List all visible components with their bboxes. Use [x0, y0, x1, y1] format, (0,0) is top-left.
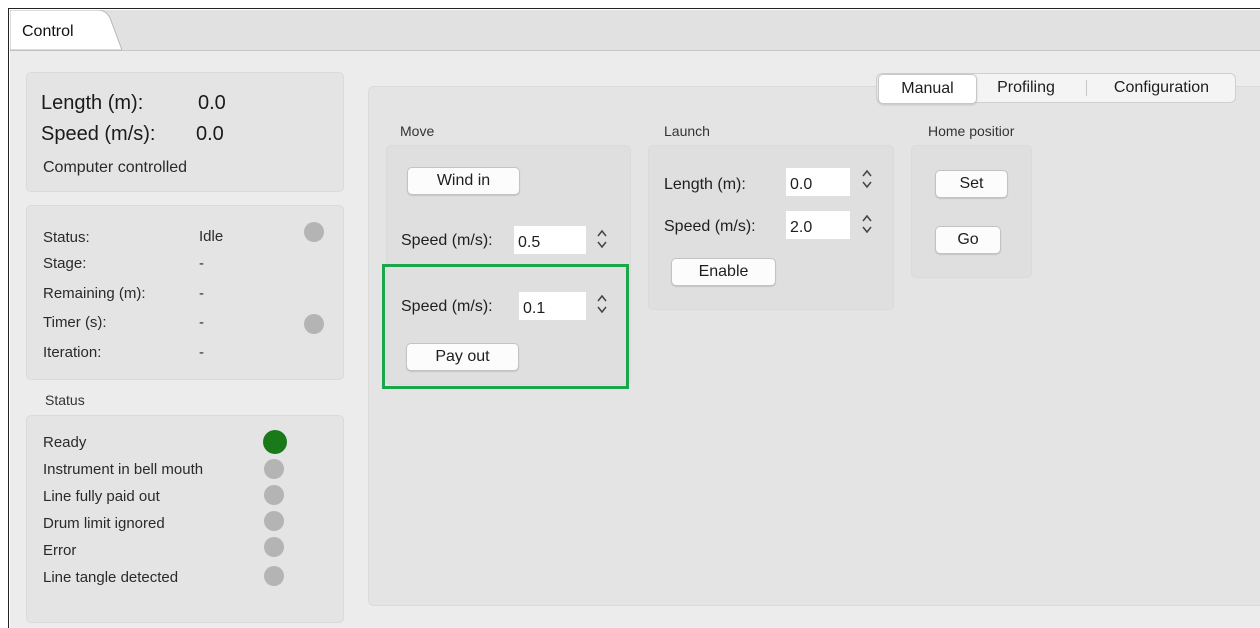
timer-indicator: [304, 314, 324, 334]
tangle-indicator: [264, 566, 284, 586]
stage-value: -: [199, 255, 204, 272]
status-item-label: Error: [43, 542, 77, 559]
mode-tabs: Manual Profiling Configuration: [876, 73, 1236, 104]
highlight-box: [382, 264, 629, 389]
remaining-label: Remaining (m):: [43, 285, 146, 302]
ready-indicator: [263, 430, 287, 454]
home-title: Home positior: [928, 123, 1015, 139]
iteration-value: -: [199, 344, 204, 361]
status-item-label: Ready: [43, 434, 87, 451]
drum-limit-indicator: [264, 511, 284, 531]
status-item-label: Line fully paid out: [43, 488, 160, 505]
run-status-label: Status:: [43, 229, 90, 246]
launch-title: Launch: [664, 123, 710, 139]
enable-button[interactable]: Enable: [671, 258, 776, 286]
speed-value: 0.0: [196, 123, 224, 145]
status-item-label: Instrument in bell mouth: [43, 461, 204, 478]
tab-control-label: Control: [22, 23, 74, 40]
go-home-button[interactable]: Go: [935, 226, 1001, 254]
wind-speed-label: Speed (m/s):: [401, 232, 493, 249]
stepper-arrows-icon: [862, 214, 872, 234]
length-value: 0.0: [198, 92, 226, 114]
stepper-arrows-icon: [862, 169, 872, 189]
tab-manual[interactable]: Manual: [878, 74, 977, 104]
home-group: [911, 145, 1032, 278]
paid-out-indicator: [264, 485, 284, 505]
wind-speed-stepper[interactable]: [594, 225, 610, 253]
stepper-arrows-icon: [597, 229, 607, 249]
stage-label: Stage:: [43, 255, 87, 272]
error-indicator: [264, 537, 284, 557]
tab-control[interactable]: Control: [10, 10, 122, 51]
status-item-label: Drum limit ignored: [43, 515, 165, 532]
iteration-label: Iteration:: [43, 344, 102, 361]
status-indicator: [304, 222, 324, 242]
move-title: Move: [400, 123, 435, 139]
launch-length-stepper[interactable]: [859, 165, 875, 193]
tab-divider: [1086, 80, 1087, 96]
tab-bar: [10, 10, 1260, 51]
launch-length-field[interactable]: [786, 168, 850, 196]
timer-value: -: [199, 314, 204, 331]
bell-mouth-indicator: [264, 459, 284, 479]
tab-configuration[interactable]: Configuration: [1089, 74, 1234, 102]
status-section-title: Status: [45, 392, 85, 408]
timer-label: Timer (s):: [43, 314, 107, 331]
length-label: Length (m):: [41, 92, 144, 114]
wind-speed-field[interactable]: [514, 226, 586, 254]
tab-profiling[interactable]: Profiling: [977, 74, 1075, 102]
set-home-button[interactable]: Set: [935, 170, 1008, 198]
wind-in-button[interactable]: Wind in: [407, 167, 520, 195]
control-mode: Computer controlled: [43, 159, 188, 176]
launch-length-label: Length (m):: [664, 176, 746, 193]
run-status-value: Idle: [199, 228, 224, 245]
launch-speed-field[interactable]: [786, 211, 850, 239]
launch-speed-label: Speed (m/s):: [664, 218, 756, 235]
launch-speed-stepper[interactable]: [859, 210, 875, 238]
status-item-label: Line tangle detected: [43, 569, 179, 586]
remaining-value: -: [199, 285, 204, 302]
speed-label: Speed (m/s):: [41, 123, 156, 145]
